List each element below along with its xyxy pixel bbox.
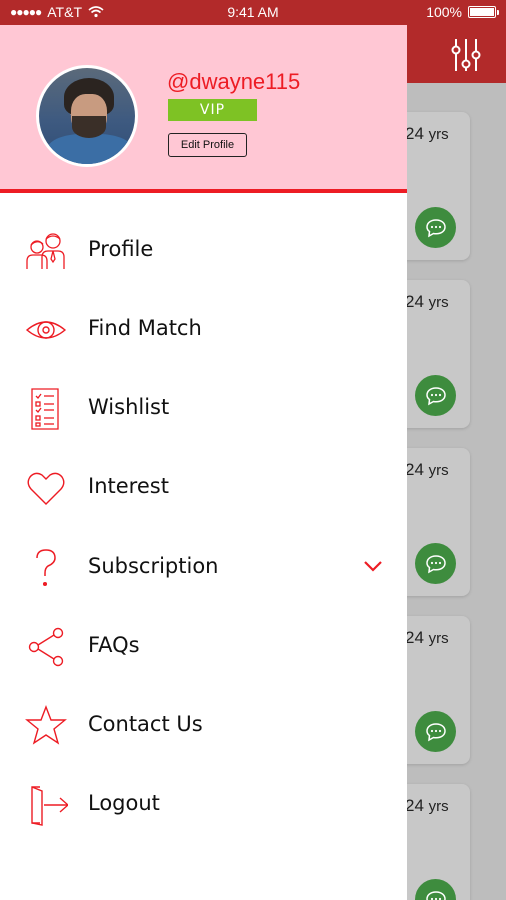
age-label: 24 yrs xyxy=(405,796,449,815)
status-bar: ●●●●● AT&T 9:41 AM 100% xyxy=(0,0,506,25)
avatar[interactable] xyxy=(36,65,138,167)
chat-icon[interactable] xyxy=(415,375,456,416)
chat-icon[interactable] xyxy=(415,879,456,900)
profile-header: @dwayne115 VIP Edit Profile xyxy=(0,25,407,193)
vip-badge: VIP xyxy=(168,99,257,121)
star-icon xyxy=(24,704,68,748)
menu-item-profile[interactable]: Profile xyxy=(0,221,407,281)
menu-item-label: Subscription xyxy=(88,554,219,578)
edit-profile-button[interactable]: Edit Profile xyxy=(168,133,247,157)
navigation-drawer: @dwayne115 VIP Edit Profile Profile Find… xyxy=(0,25,407,900)
age-label: 24 yrs xyxy=(405,460,449,479)
menu-item-label: Contact Us xyxy=(88,712,203,736)
menu-item-label: Wishlist xyxy=(88,395,170,419)
menu-item-label: Interest xyxy=(88,474,169,498)
menu-item-logout[interactable]: Logout xyxy=(0,775,407,835)
share-icon xyxy=(24,625,68,669)
age-label: 24 yrs xyxy=(405,292,449,311)
chat-icon[interactable] xyxy=(415,711,456,752)
menu-item-interest[interactable]: Interest xyxy=(0,458,407,518)
people-icon xyxy=(24,229,68,273)
menu-item-wishlist[interactable]: Wishlist xyxy=(0,379,407,439)
question-icon xyxy=(24,546,68,590)
battery-percent: 100% xyxy=(426,4,462,20)
menu-item-subscription[interactable]: Subscription xyxy=(0,538,407,598)
chat-icon[interactable] xyxy=(415,207,456,248)
username: @dwayne115 xyxy=(167,69,301,94)
logout-icon xyxy=(24,783,68,827)
menu-item-label: Profile xyxy=(88,237,154,261)
checklist-icon xyxy=(24,387,68,431)
eye-icon xyxy=(24,308,68,352)
menu-item-find-match[interactable]: Find Match xyxy=(0,300,407,360)
menu-item-contact-us[interactable]: Contact Us xyxy=(0,696,407,756)
filter-icon[interactable] xyxy=(448,37,484,73)
menu-item-faqs[interactable]: FAQs xyxy=(0,617,407,677)
chevron-down-icon[interactable] xyxy=(362,558,384,574)
menu-item-label: Logout xyxy=(88,791,160,815)
heart-icon xyxy=(24,466,68,510)
age-label: 24 yrs xyxy=(405,124,449,143)
menu-item-label: Find Match xyxy=(88,316,202,340)
menu-item-label: FAQs xyxy=(88,633,140,657)
chat-icon[interactable] xyxy=(415,543,456,584)
battery-icon xyxy=(468,6,499,18)
age-label: 24 yrs xyxy=(405,628,449,647)
